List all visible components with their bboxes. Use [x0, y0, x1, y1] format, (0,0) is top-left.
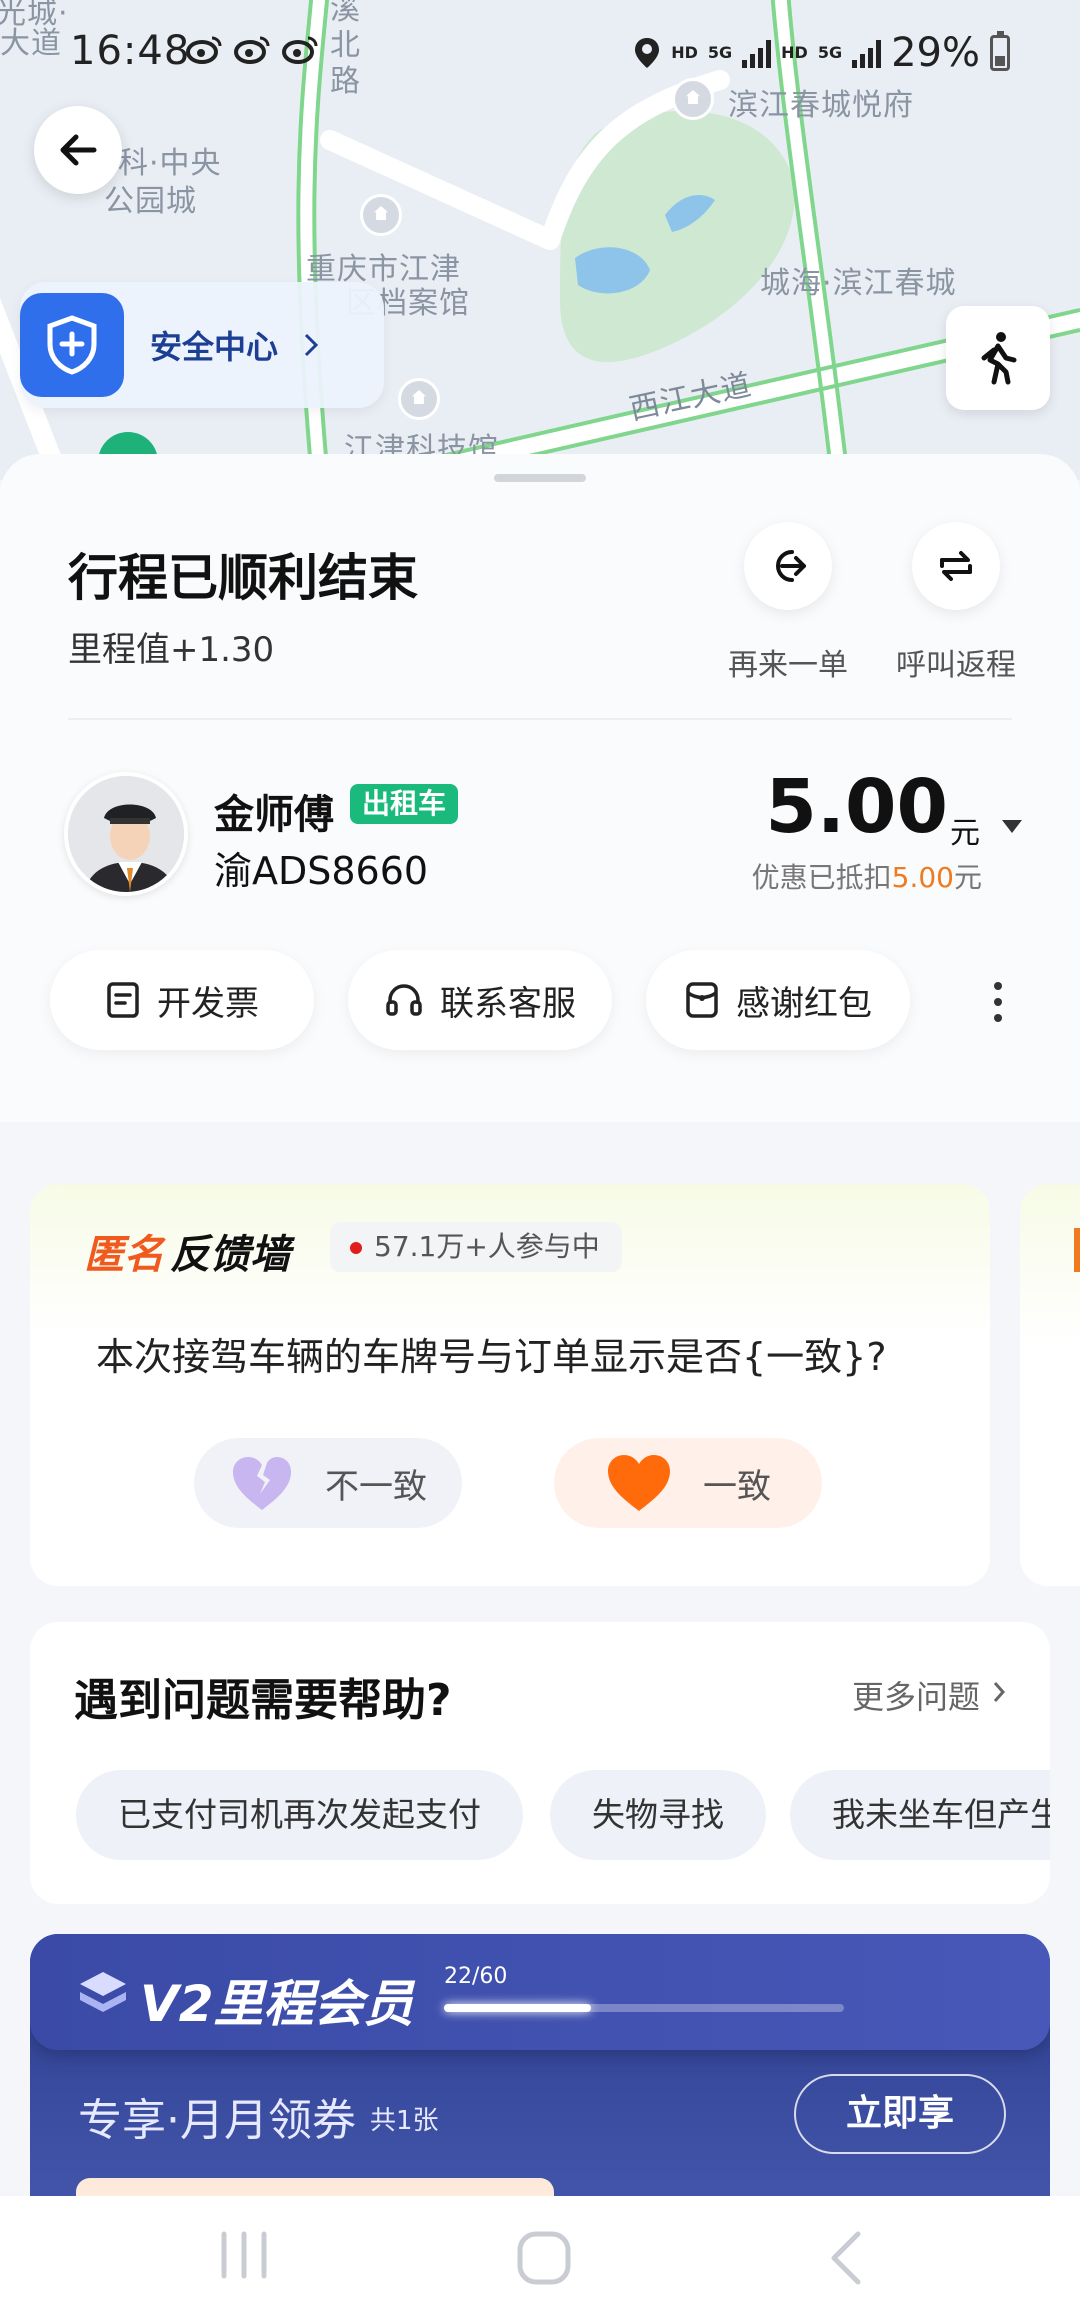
location-icon — [635, 38, 660, 68]
mileage-value: 里程值+1.30 — [68, 630, 275, 670]
broken-heart-icon — [233, 1457, 291, 1510]
help-card: 遇到问题需要帮助? 更多问题 已支付司机再次发起支付 失物寻找 我未坐车但产生 — [30, 1622, 1050, 1904]
participants-badge: 57.1万+人参与中 — [330, 1222, 622, 1272]
arrow-left-icon — [60, 134, 97, 166]
contact-support-label: 联系客服 — [440, 983, 576, 1024]
map-label: 公园城 — [104, 184, 197, 219]
option-inconsistent-label: 不一致 — [325, 1466, 427, 1507]
return-trip-button[interactable]: 呼叫返程 — [886, 522, 1026, 684]
reorder-icon — [776, 550, 806, 582]
driver-avatar-image — [68, 776, 184, 892]
battery-icon — [990, 31, 1010, 71]
caret-down-icon[interactable] — [1002, 820, 1022, 833]
safety-center-label: 安全中心 — [150, 328, 279, 366]
fare-amount[interactable]: 5.00 — [765, 764, 948, 850]
feedback-title: 反馈墙 — [170, 1232, 290, 1278]
fare-unit: 元 — [950, 816, 980, 851]
walk-navigation-button[interactable] — [946, 306, 1050, 410]
divider — [68, 718, 1012, 720]
heart-icon — [608, 1455, 670, 1511]
system-nav-bar — [0, 2196, 1080, 2310]
net-hd: HD — [671, 43, 698, 62]
poi-pin-icon — [398, 378, 440, 420]
option-consistent-button[interactable]: 一致 — [554, 1438, 822, 1528]
help-title: 遇到问题需要帮助? — [74, 1675, 452, 1726]
weibo-icon — [282, 36, 318, 64]
feedback-question: 本次接驾车辆的车牌号与订单显示是否{一致}? — [96, 1335, 887, 1379]
shield-icon — [20, 293, 124, 397]
option-inconsistent-button[interactable]: 不一致 — [194, 1438, 462, 1528]
contact-support-button[interactable]: 联系客服 — [348, 950, 612, 1050]
invoice-label: 开发票 — [157, 983, 259, 1024]
vehicle-type-badge: 出租车 — [350, 784, 459, 824]
net-hd: HD — [781, 43, 808, 62]
red-envelope-icon — [686, 982, 718, 1018]
trip-sheet: 行程已顺利结束 里程值+1.30 再来一单 呼叫返程 金师傅 出租车 渝ADS8… — [0, 454, 1080, 1122]
return-trip-label: 呼叫返程 — [896, 648, 1016, 683]
discount-prefix: 优惠已抵扣 — [751, 861, 892, 894]
sheet-drag-handle[interactable] — [494, 474, 586, 482]
membership-progress-bar — [444, 2004, 844, 2012]
license-plate: 渝ADS8660 — [214, 849, 429, 893]
membership-subtitle: 专享·月月领券 — [78, 2095, 356, 2146]
membership-header: V2里程会员 22/60 — [30, 1934, 1050, 2050]
driver-name: 金师傅 — [214, 792, 334, 838]
back-button[interactable] — [34, 106, 122, 194]
help-chip[interactable]: 失物寻找 — [550, 1770, 766, 1860]
headset-icon — [386, 984, 422, 1016]
signal-icon — [852, 38, 882, 68]
more-options-icon[interactable] — [994, 982, 1004, 1022]
weibo-icon — [186, 36, 222, 64]
home-button[interactable] — [516, 2230, 572, 2286]
thank-red-envelope-button[interactable]: 感谢红包 — [646, 950, 910, 1050]
weibo-icon — [234, 36, 270, 64]
discount-unit: 元 — [953, 861, 982, 894]
battery-percent: 29% — [891, 30, 980, 76]
map-label: 城海·滨江春城 — [760, 266, 957, 301]
reorder-label: 再来一单 — [728, 648, 848, 683]
driver-avatar[interactable] — [64, 772, 188, 896]
recent-apps-button[interactable] — [216, 2230, 272, 2280]
net-5g: 5G — [707, 43, 733, 62]
map-view[interactable]: 光城· 大道 溪北路 科·中央 公园城 重庆市江津 区档案馆 滨江春城悦府 城海… — [0, 0, 1080, 480]
help-chip[interactable]: 我未坐车但产生 — [790, 1770, 1050, 1860]
membership-card[interactable]: V2里程会员 22/60 专享·月月领券 共1张 立即享 — [30, 1934, 1050, 2224]
next-feedback-card[interactable] — [1020, 1184, 1080, 1586]
membership-title: V2里程会员 — [140, 1975, 414, 2033]
safety-center-button[interactable]: 安全中心 — [20, 282, 384, 408]
member-logo-icon — [80, 1972, 126, 2012]
coupon-count: 共1张 — [370, 2106, 439, 2136]
net-5g: 5G — [817, 43, 843, 62]
trip-status-title: 行程已顺利结束 — [68, 549, 418, 607]
signal-icon — [742, 38, 772, 68]
poi-pin-icon — [360, 194, 402, 236]
feedback-wall-card: 匿名 反馈墙 57.1万+人参与中 本次接驾车辆的车牌号与订单显示是否{一致}?… — [30, 1184, 990, 1586]
membership-progress-fill — [444, 2004, 591, 2012]
walking-person-icon — [981, 332, 1017, 385]
discount-value: 5.00 — [891, 861, 954, 894]
feedback-title-anonymous: 匿名 — [84, 1232, 164, 1278]
status-time: 16:48 — [70, 28, 191, 74]
more-questions-link[interactable]: 更多问题 — [852, 1672, 980, 1718]
thank-red-envelope-label: 感谢红包 — [736, 983, 872, 1024]
option-consistent-label: 一致 — [703, 1466, 771, 1507]
return-trip-icon — [940, 551, 972, 581]
back-nav-button[interactable] — [826, 2230, 866, 2286]
status-right: HD 5G HD 5G 29% — [633, 30, 1010, 76]
discount-info: 优惠已抵扣5.00元 — [752, 856, 982, 896]
invoice-icon — [107, 982, 139, 1018]
chevron-right-icon[interactable] — [992, 1680, 1006, 1704]
invoice-button[interactable]: 开发票 — [50, 950, 314, 1050]
chevron-right-icon — [304, 333, 319, 357]
membership-progress-text: 22/60 — [444, 1964, 508, 1989]
enjoy-now-button[interactable]: 立即享 — [794, 2074, 1006, 2154]
reorder-button[interactable]: 再来一单 — [718, 522, 858, 684]
status-bar: 16:48 HD 5G HD 5G 29% — [0, 0, 1080, 100]
help-chip[interactable]: 已支付司机再次发起支付 — [76, 1770, 523, 1860]
